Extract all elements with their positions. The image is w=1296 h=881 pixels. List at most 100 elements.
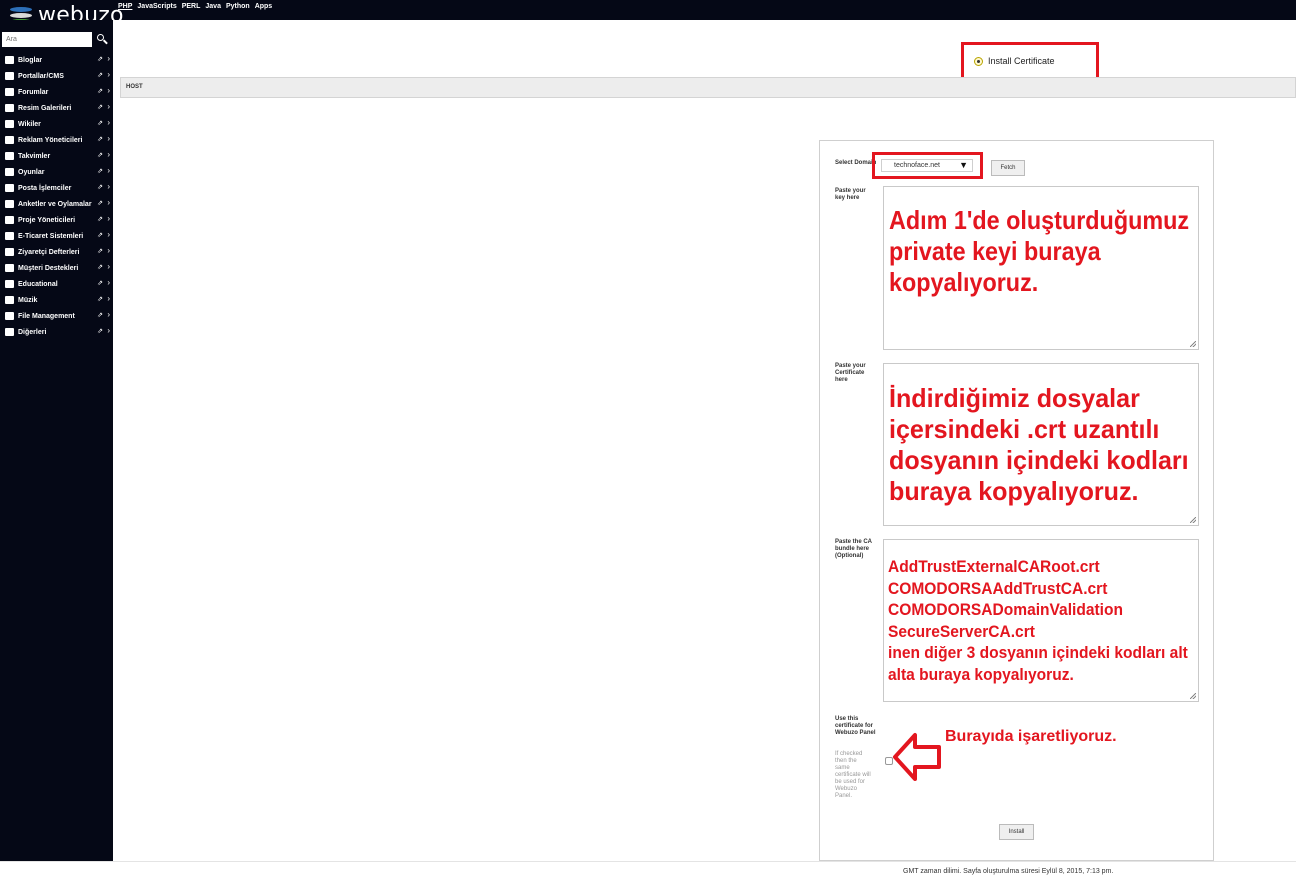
install-certificate-tab[interactable]: Install Certificate (961, 42, 1099, 80)
sidebar-item[interactable]: Anketler ve Oylamalar ⇗ › (0, 196, 113, 212)
external-link-icon[interactable]: ⇗ (97, 87, 103, 95)
chevron-right-icon[interactable]: › (107, 54, 110, 63)
external-link-icon[interactable]: ⇗ (97, 71, 103, 79)
annotation-line: dosyanın içindeki kodları (889, 445, 1189, 475)
gamepad-icon (5, 168, 14, 176)
chevron-right-icon[interactable]: › (107, 150, 110, 159)
ca-bundle-textarea[interactable]: AddTrustExternalCARoot.crt COMODORSAAddT… (883, 539, 1199, 702)
domain-select[interactable]: technoface.net ▼ (881, 159, 973, 172)
resize-handle-icon[interactable] (1190, 341, 1196, 347)
install-button[interactable]: Install (999, 824, 1034, 840)
cart-icon (5, 232, 14, 240)
sidebar-item[interactable]: Forumlar ⇗ › (0, 84, 113, 100)
chevron-right-icon[interactable]: › (107, 134, 110, 143)
annotation-line: AddTrustExternalCARoot.crt (888, 557, 1100, 576)
external-link-icon[interactable]: ⇗ (97, 55, 103, 63)
fetch-button[interactable]: Fetch (991, 160, 1025, 176)
chevron-right-icon[interactable]: › (107, 86, 110, 95)
sidebar-item[interactable]: Ziyaretçi Defterleri ⇗ › (0, 244, 113, 260)
sidebar-item[interactable]: Müşteri Destekleri ⇗ › (0, 260, 113, 276)
key-label: Paste your key here (835, 188, 866, 201)
sidebar-item[interactable]: Wikiler ⇗ › (0, 116, 113, 132)
music-icon (5, 296, 14, 304)
annotation-line: Adım 1'de oluşturduğumuz (889, 205, 1190, 235)
sidebar-item-label: Portallar/CMS (18, 72, 64, 80)
sidebar-item[interactable]: File Management ⇗ › (0, 308, 113, 324)
chevron-right-icon[interactable]: › (107, 198, 110, 207)
certificate-textarea[interactable]: İndirdiğimiz dosyalar içersindeki .crt uz… (883, 363, 1199, 526)
chevron-right-icon[interactable]: › (107, 70, 110, 79)
chevron-right-icon[interactable]: › (107, 230, 110, 239)
chevron-right-icon[interactable]: › (107, 262, 110, 271)
annotation-line: COMODORSAAddTrustCA.crt (888, 578, 1108, 598)
sidebar-item[interactable]: Bloglar ⇗ › (0, 52, 113, 68)
sidebar-item-label: Reklam Yöneticileri (18, 136, 83, 144)
sidebar-item[interactable]: Proje Yöneticileri ⇗ › (0, 212, 113, 228)
external-link-icon[interactable]: ⇗ (97, 263, 103, 271)
ca-bundle-annotation: AddTrustExternalCARoot.crt COMODORSAAddT… (888, 556, 1188, 685)
sidebar-item-label: Takvimler (18, 152, 51, 160)
chevron-right-icon[interactable]: › (107, 102, 110, 111)
external-link-icon[interactable]: ⇗ (97, 151, 103, 159)
external-link-icon[interactable]: ⇗ (97, 103, 103, 111)
chevron-right-icon[interactable]: › (107, 294, 110, 303)
external-link-icon[interactable]: ⇗ (97, 183, 103, 191)
sidebar-item[interactable]: Portallar/CMS ⇗ › (0, 68, 113, 84)
sidebar-item[interactable]: Posta İşlemciler ⇗ › (0, 180, 113, 196)
sidebar-item[interactable]: E-Ticaret Sistemleri ⇗ › (0, 228, 113, 244)
chevron-right-icon[interactable]: › (107, 118, 110, 127)
chevron-right-icon[interactable]: › (107, 278, 110, 287)
external-link-icon[interactable]: ⇗ (97, 199, 103, 207)
chevron-right-icon[interactable]: › (107, 310, 110, 319)
external-link-icon[interactable]: ⇗ (97, 247, 103, 255)
chevron-right-icon[interactable]: › (107, 326, 110, 335)
external-link-icon[interactable]: ⇗ (97, 135, 103, 143)
graduation-cap-icon (5, 280, 14, 288)
top-nav-python[interactable]: Python (226, 3, 250, 10)
sidebar-item[interactable]: Diğerleri ⇗ › (0, 324, 113, 340)
external-link-icon[interactable]: ⇗ (97, 215, 103, 223)
resize-handle-icon[interactable] (1190, 693, 1196, 699)
sidebar-item[interactable]: Takvimler ⇗ › (0, 148, 113, 164)
chevron-right-icon[interactable]: › (107, 246, 110, 255)
external-link-icon[interactable]: ⇗ (97, 327, 103, 335)
top-bar: webuzo PHP JavaScripts PERL Java Python Apps (0, 0, 1296, 28)
external-link-icon[interactable]: ⇗ (97, 231, 103, 239)
sidebar-item[interactable]: Resim Galerileri ⇗ › (0, 100, 113, 116)
sidebar: Bloglar⇗›Portallar/CMS⇗›Forumlar⇗›Resim … (0, 20, 113, 861)
top-nav-java[interactable]: Java (205, 3, 221, 10)
external-link-icon[interactable]: ⇗ (97, 295, 103, 303)
chevron-right-icon[interactable]: › (107, 166, 110, 175)
search-icon[interactable] (95, 32, 109, 47)
search-input[interactable] (2, 32, 92, 47)
install-certificate-radio[interactable] (974, 57, 983, 66)
users-icon (5, 88, 14, 96)
key-textarea[interactable]: Adım 1'de oluşturduğumuz private keyi bur… (883, 186, 1199, 350)
top-nav-javascripts[interactable]: JavaScripts (137, 3, 176, 10)
sidebar-item-label: Diğerleri (18, 328, 47, 336)
domain-highlight: technoface.net ▼ (872, 152, 983, 179)
annotation-line: içersindeki .crt uzantılı (889, 414, 1160, 444)
external-link-icon[interactable]: ⇗ (97, 311, 103, 319)
sidebar-item-label: Posta İşlemciler (18, 184, 72, 192)
external-link-icon[interactable]: ⇗ (97, 279, 103, 287)
host-label: HOST (126, 84, 143, 90)
top-nav-php[interactable]: PHP (118, 3, 132, 10)
domain-select-value: technoface.net (894, 162, 940, 169)
sidebar-item[interactable]: Educational ⇗ › (0, 276, 113, 292)
sidebar-item[interactable]: Oyunlar ⇗ › (0, 164, 113, 180)
webuzo-panel-label: Use this certificate for Webuzo Panel (835, 716, 876, 736)
sidebar-item[interactable]: Reklam Yöneticileri ⇗ › (0, 132, 113, 148)
sidebar-item[interactable]: Müzik ⇗ › (0, 292, 113, 308)
resize-handle-icon[interactable] (1190, 517, 1196, 523)
sidebar-item-label: Proje Yöneticileri (18, 216, 76, 224)
sidebar-item-label: Müşteri Destekleri (18, 264, 79, 272)
chevron-right-icon[interactable]: › (107, 182, 110, 191)
annotation-line: private keyi buraya (889, 236, 1101, 266)
top-nav-perl[interactable]: PERL (182, 3, 201, 10)
chevron-down-icon: ▼ (959, 160, 968, 170)
external-link-icon[interactable]: ⇗ (97, 167, 103, 175)
external-link-icon[interactable]: ⇗ (97, 119, 103, 127)
chevron-right-icon[interactable]: › (107, 214, 110, 223)
top-nav-apps[interactable]: Apps (255, 3, 273, 10)
